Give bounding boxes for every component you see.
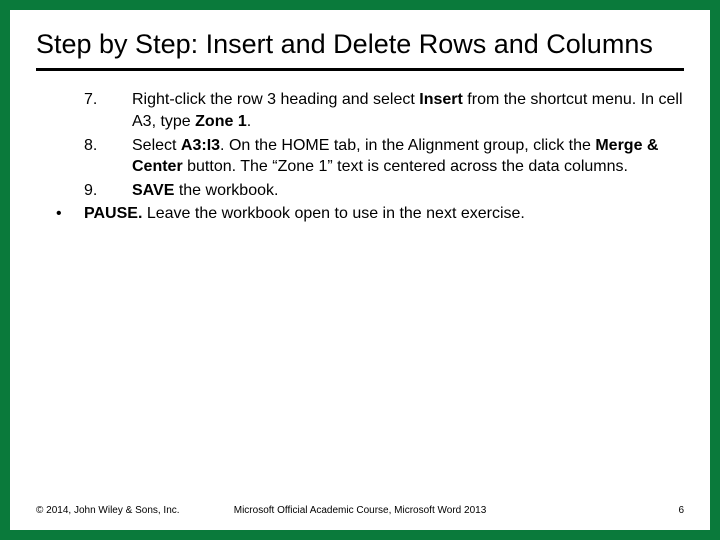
text-run: the workbook. (174, 182, 278, 199)
step-text: SAVE the workbook. (132, 180, 684, 202)
step-list: 7.Right-click the row 3 heading and sele… (84, 89, 684, 201)
step-number: 7. (84, 89, 132, 132)
pause-text: PAUSE. Leave the workbook open to use in… (84, 203, 684, 225)
text-run: Right-click the row 3 heading and select (132, 91, 419, 108)
pause-row: • PAUSE. Leave the workbook open to use … (56, 203, 684, 225)
bold-run: SAVE (132, 182, 174, 199)
bold-run: Insert (419, 91, 463, 108)
bold-run: A3:I3 (181, 137, 220, 154)
footer-copyright: © 2014, John Wiley & Sons, Inc. (36, 505, 198, 516)
pause-body: Leave the workbook open to use in the ne… (142, 205, 524, 222)
text-run: . (247, 113, 251, 130)
content-area: 7.Right-click the row 3 heading and sele… (36, 71, 684, 499)
step-text: Right-click the row 3 heading and select… (132, 89, 684, 132)
step-item: 8.Select A3:I3. On the HOME tab, in the … (84, 135, 684, 178)
page-title: Step by Step: Insert and Delete Rows and… (36, 28, 684, 71)
pause-label: PAUSE. (84, 205, 142, 222)
step-number: 9. (84, 180, 132, 202)
bullet-icon: • (56, 203, 84, 225)
text-run: button. The “Zone 1” text is centered ac… (183, 158, 628, 175)
text-run: . On the HOME tab, in the Alignment grou… (220, 137, 595, 154)
step-number: 8. (84, 135, 132, 178)
footer-page: 6 (522, 505, 684, 516)
footer: © 2014, John Wiley & Sons, Inc. Microsof… (36, 499, 684, 516)
step-item: 7.Right-click the row 3 heading and sele… (84, 89, 684, 132)
step-item: 9. SAVE the workbook. (84, 180, 684, 202)
bold-run: Zone 1 (195, 113, 247, 130)
slide: Step by Step: Insert and Delete Rows and… (10, 10, 710, 530)
footer-course: Microsoft Official Academic Course, Micr… (198, 505, 522, 516)
text-run: Select (132, 137, 181, 154)
step-text: Select A3:I3. On the HOME tab, in the Al… (132, 135, 684, 178)
